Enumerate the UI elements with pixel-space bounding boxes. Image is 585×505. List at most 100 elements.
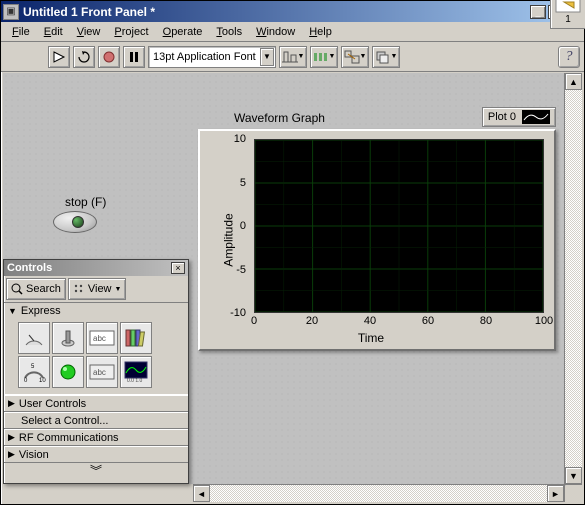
- run-continuously-button[interactable]: [73, 46, 95, 68]
- palette-item-toggle[interactable]: [52, 322, 84, 354]
- chevron-down-icon: ▼: [115, 286, 122, 293]
- vertical-scrollbar[interactable]: ▲ ▼: [564, 73, 582, 484]
- x-ticks: 0 20 40 60 80 100: [254, 315, 544, 329]
- svg-text:0: 0: [24, 378, 28, 383]
- menu-operate[interactable]: Operate: [156, 24, 210, 40]
- select-control-label: Select a Control...: [21, 415, 108, 427]
- svg-text:0.0 1.0: 0.0 1.0: [127, 378, 143, 383]
- abort-button[interactable]: [98, 46, 120, 68]
- scroll-down-button[interactable]: ▼: [565, 467, 582, 484]
- section-express-label: Express: [21, 305, 61, 317]
- y-ticks: 10 5 0 -5 -10: [200, 139, 250, 313]
- menu-file-rest: ile: [19, 26, 30, 38]
- palette-item-dial[interactable]: [18, 322, 50, 354]
- x-tick: 100: [535, 315, 553, 327]
- font-select-label: 13pt Application Font: [153, 51, 256, 63]
- menu-window[interactable]: Window: [249, 24, 302, 40]
- palette-title-text: Controls: [7, 262, 171, 274]
- stop-button[interactable]: [53, 211, 97, 233]
- section-vision[interactable]: ▶ Vision: [4, 446, 188, 463]
- menubar: File Edit View Project Operate Tools Win…: [1, 22, 584, 42]
- minimize-button[interactable]: _: [530, 5, 546, 19]
- x-tick: 40: [364, 315, 376, 327]
- x-axis-label: Time: [200, 331, 542, 345]
- resize-icon: [344, 50, 360, 64]
- context-help-panel[interactable]: 1: [550, 0, 585, 29]
- menu-view[interactable]: View: [70, 24, 108, 40]
- window-title: Untitled 1 Front Panel *: [19, 5, 530, 19]
- books-icon: [124, 328, 148, 348]
- palette-toolbar: Search View ▼: [4, 276, 188, 302]
- menu-edit[interactable]: Edit: [37, 24, 70, 40]
- rf-label: RF Communications: [19, 432, 119, 444]
- x-tick: 0: [251, 315, 257, 327]
- section-express-header[interactable]: ▼ Express: [4, 303, 188, 319]
- scroll-track[interactable]: [210, 485, 547, 502]
- distribute-objects-button[interactable]: ▼: [310, 46, 338, 68]
- graph-title: Waveform Graph: [234, 111, 325, 125]
- x-tick: 80: [480, 315, 492, 327]
- toggle-icon: [57, 327, 79, 349]
- help-button[interactable]: ?: [558, 46, 580, 68]
- palette-search-button[interactable]: Search: [6, 278, 66, 300]
- palette-item-graph[interactable]: 0.0 1.0: [120, 356, 152, 388]
- pause-icon: [128, 51, 140, 63]
- palette-close-button[interactable]: ×: [171, 262, 185, 274]
- express-icon-grid: abc 0 5 10 abc 0.0 1.0: [4, 319, 188, 394]
- toolbar: 13pt Application Font ▼ ▼ ▼ ▼ ▼ ?: [1, 42, 584, 72]
- svg-text:10: 10: [39, 378, 46, 383]
- resize-objects-button[interactable]: ▼: [341, 46, 369, 68]
- palette-view-button[interactable]: View ▼: [68, 278, 127, 300]
- svg-text:abc: abc: [93, 368, 106, 377]
- x-tick: 20: [306, 315, 318, 327]
- waveform-graph: Waveform Graph Plot 0 Amplitude: [198, 111, 558, 351]
- menu-tools[interactable]: Tools: [209, 24, 249, 40]
- palette-expand-handle[interactable]: ︾: [4, 463, 188, 477]
- vi-icon: [554, 0, 582, 14]
- pause-button[interactable]: [123, 46, 145, 68]
- main-window: ▣ Untitled 1 Front Panel * _ □ × File Ed…: [0, 0, 585, 505]
- font-select[interactable]: 13pt Application Font ▼: [148, 46, 276, 68]
- section-rf-communications[interactable]: ▶ RF Communications: [4, 429, 188, 446]
- plot-grid-icon: [255, 140, 543, 312]
- app-icon: ▣: [3, 4, 19, 20]
- menu-project[interactable]: Project: [107, 24, 155, 40]
- palette-item-led[interactable]: [52, 356, 84, 388]
- scroll-up-button[interactable]: ▲: [565, 73, 582, 90]
- menu-help[interactable]: Help: [302, 24, 339, 40]
- plot-area[interactable]: [254, 139, 544, 313]
- abort-icon: [103, 51, 115, 63]
- y-tick: -5: [236, 264, 246, 276]
- chevron-down-icon: ▼: [260, 48, 274, 66]
- reorder-icon: [375, 50, 391, 64]
- menu-file[interactable]: File: [5, 24, 37, 40]
- scroll-left-button[interactable]: ◄: [193, 485, 210, 502]
- svg-text:5: 5: [31, 364, 35, 370]
- expand-arrow-icon: ▶: [8, 432, 15, 443]
- controls-palette: Controls × Search View ▼ ▼ Express abc: [3, 259, 189, 484]
- palette-item-gauge[interactable]: 0 5 10: [18, 356, 50, 388]
- resize-grip[interactable]: [564, 484, 582, 502]
- scroll-track[interactable]: [565, 90, 582, 467]
- y-tick: 10: [234, 133, 246, 145]
- align-objects-button[interactable]: ▼: [279, 46, 307, 68]
- graph-legend[interactable]: Plot 0: [482, 107, 556, 127]
- section-select-control[interactable]: Select a Control...: [4, 412, 188, 429]
- run-loop-icon: [77, 50, 91, 64]
- horizontal-scrollbar[interactable]: ◄ ►: [193, 484, 564, 502]
- textbox-icon: abc: [89, 330, 115, 346]
- titlebar: ▣ Untitled 1 Front Panel * _ □ ×: [1, 1, 584, 22]
- reorder-button[interactable]: ▼: [372, 46, 400, 68]
- scroll-right-button[interactable]: ►: [547, 485, 564, 502]
- run-button[interactable]: [48, 46, 70, 68]
- section-user-controls[interactable]: ▶ User Controls: [4, 395, 188, 412]
- palette-item-array[interactable]: [120, 322, 152, 354]
- view-icon: [73, 283, 85, 295]
- led-icon: [59, 363, 77, 381]
- palette-item-string[interactable]: abc: [86, 322, 118, 354]
- palette-item-string-ind[interactable]: abc: [86, 356, 118, 388]
- palette-titlebar[interactable]: Controls ×: [4, 260, 188, 276]
- search-icon: [11, 283, 23, 295]
- graph-icon: 0.0 1.0: [124, 361, 148, 383]
- textbox-icon: abc: [89, 364, 115, 380]
